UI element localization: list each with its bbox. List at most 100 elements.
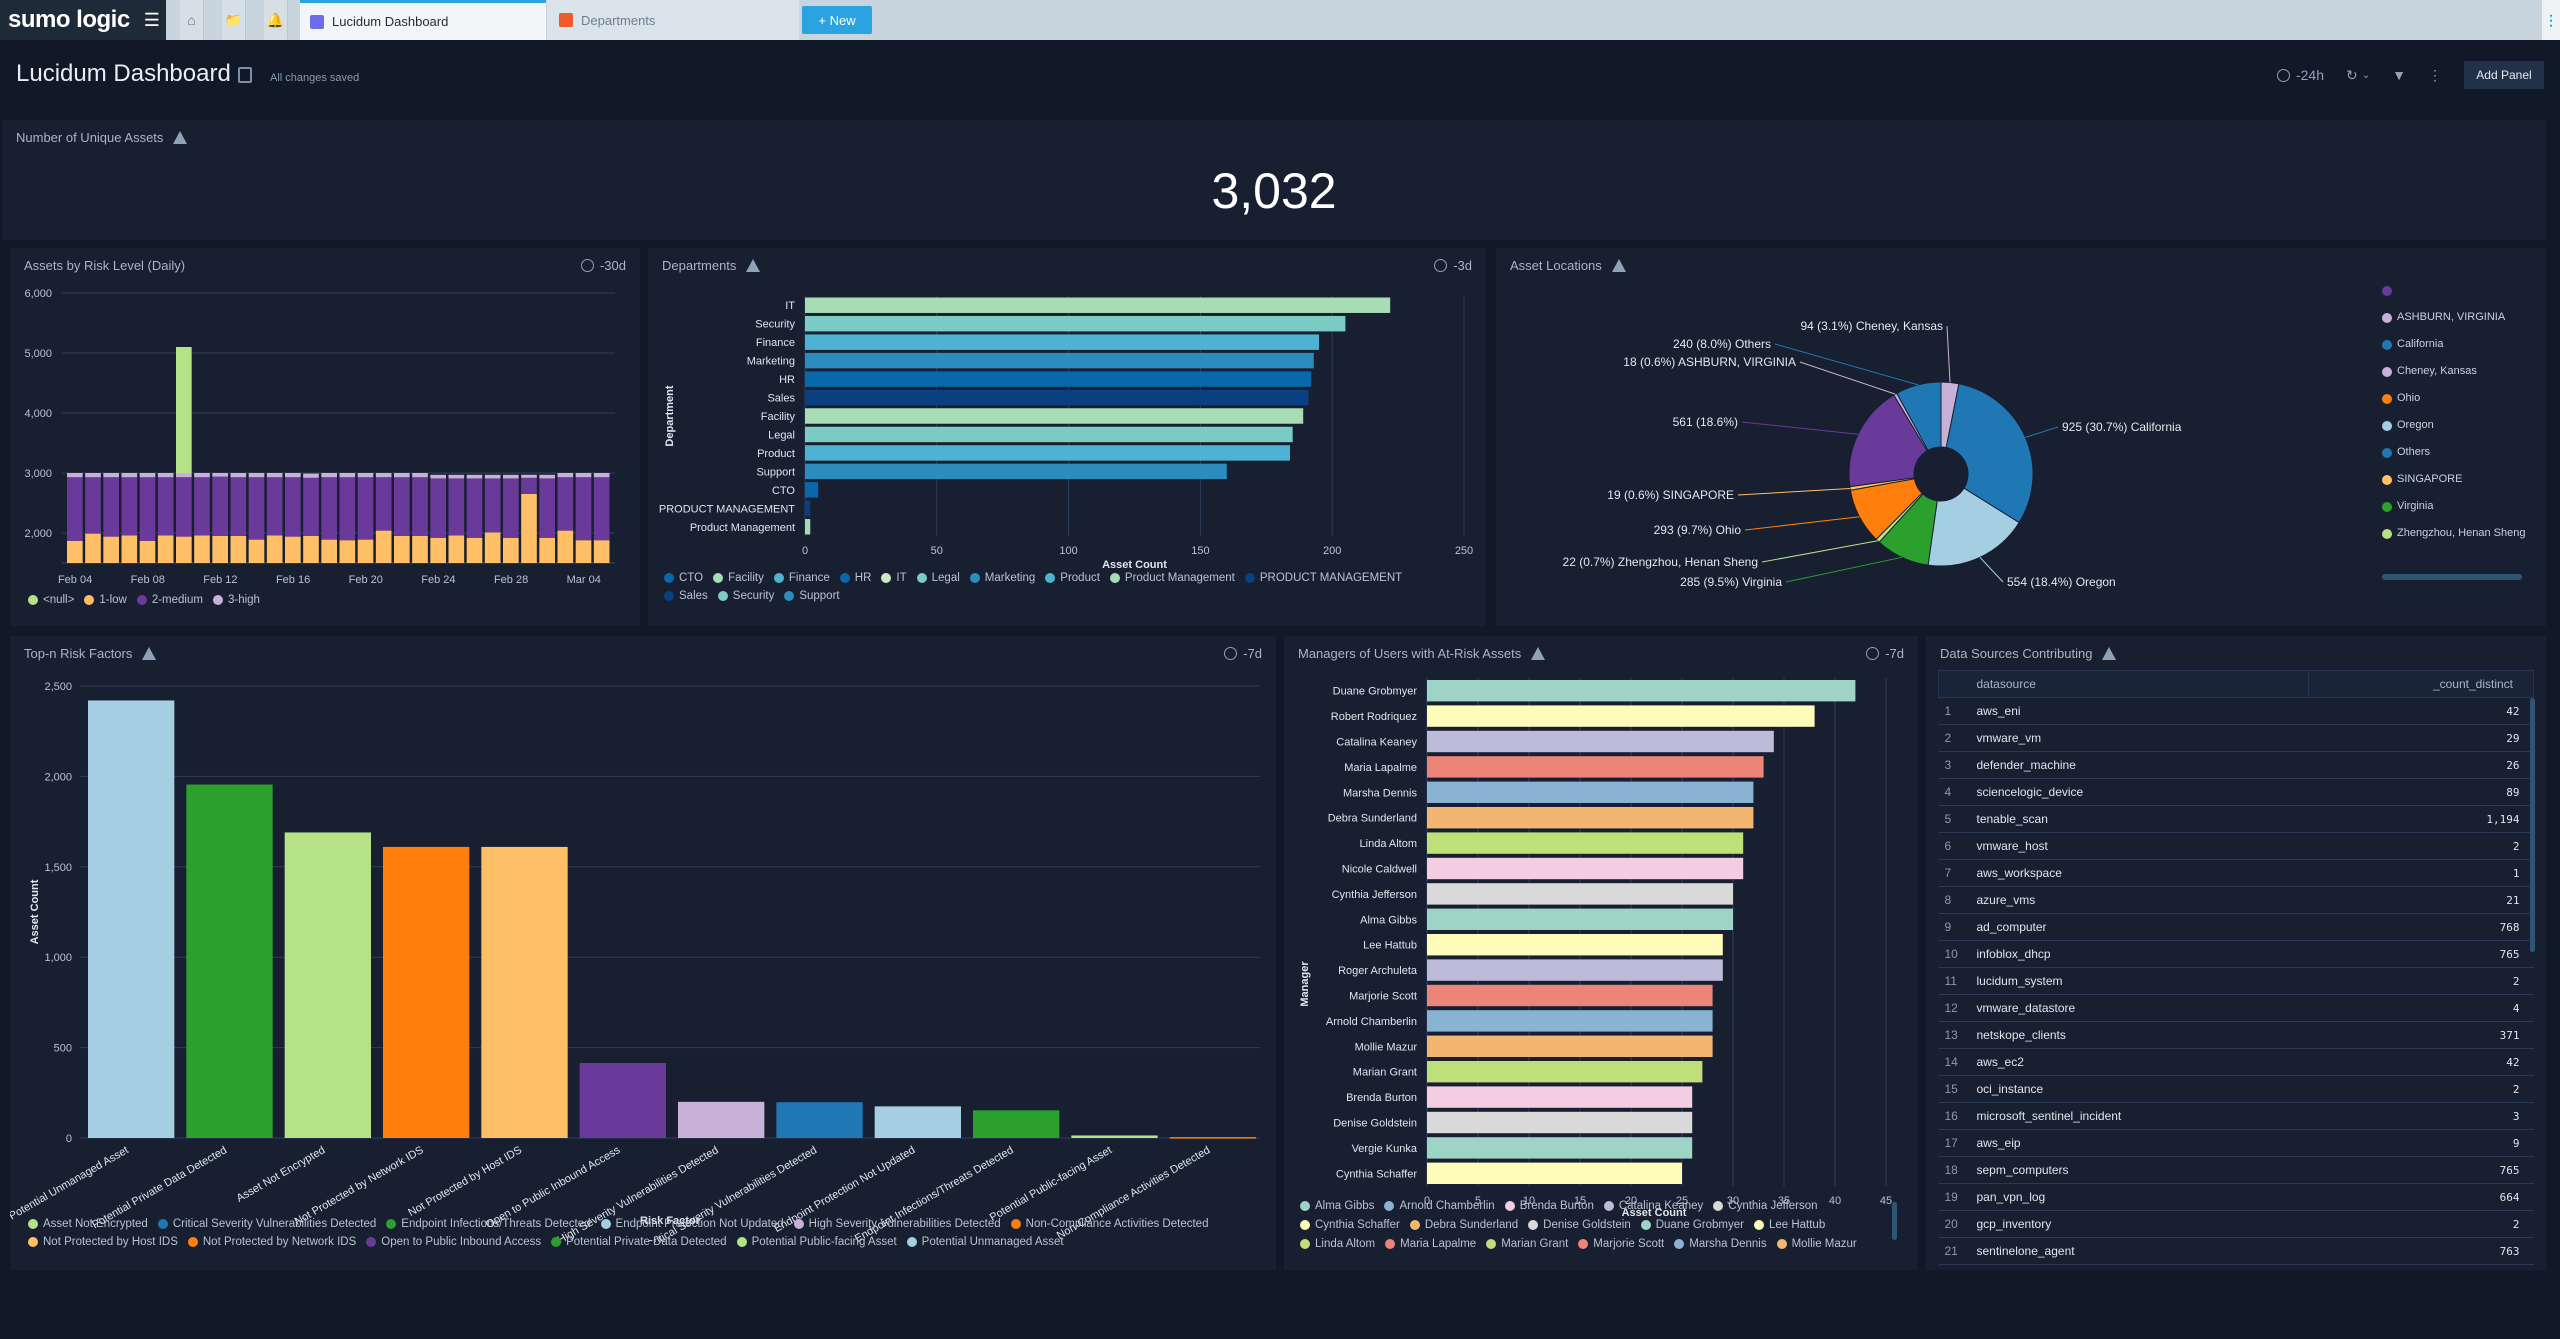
bell-icon[interactable]: 🔔 — [264, 0, 288, 40]
legend-item[interactable]: Denise Goldstein — [1528, 1219, 1631, 1231]
table-row[interactable]: 8 azure_vms 21 — [1938, 886, 2534, 914]
warning-icon[interactable] — [2102, 647, 2117, 660]
legend-item[interactable]: 3-high — [212, 594, 260, 606]
legend-item[interactable]: SINGAPORE — [2382, 473, 2532, 500]
column-count-distinct[interactable]: _count_distinct — [2308, 670, 2534, 698]
legend-item[interactable]: Marketing — [969, 572, 1035, 584]
legend-item[interactable]: <null> — [28, 594, 74, 606]
panel-time-range[interactable]: -3d — [1434, 258, 1472, 273]
table-row[interactable]: 15 oci_instance 2 — [1938, 1075, 2534, 1103]
folder-icon[interactable]: 📁 — [222, 0, 246, 40]
legend-item[interactable]: Legal — [916, 572, 960, 584]
table-row[interactable]: 9 ad_computer 768 — [1938, 913, 2534, 941]
legend-item[interactable]: Not Protected by Network IDS — [187, 1236, 356, 1248]
table-row[interactable]: 10 infoblox_dhcp 765 — [1938, 940, 2534, 968]
legend-item[interactable]: Virginia — [2382, 500, 2532, 527]
legend-item[interactable]: Catalina Keaney — [1603, 1200, 1703, 1212]
table-row[interactable]: 7 aws_workspace 1 — [1938, 859, 2534, 887]
add-panel-button[interactable]: Add Panel — [2464, 61, 2544, 89]
table-row[interactable]: 3 defender_machine 26 — [1938, 751, 2534, 779]
legend-item[interactable]: Duane Grobmyer — [1640, 1219, 1744, 1231]
legend-item[interactable]: Potential Unmanaged Asset — [906, 1236, 1064, 1248]
more-options-button[interactable]: ⋮ — [2428, 67, 2442, 84]
legend-item[interactable]: Oregon — [2382, 419, 2532, 446]
table-row[interactable]: 21 sentinelone_agent 763 — [1938, 1237, 2534, 1265]
legend-item[interactable]: ASHBURN, VIRGINIA — [2382, 311, 2532, 338]
warning-icon[interactable] — [173, 131, 188, 144]
legend-item[interactable]: Security — [717, 590, 774, 602]
legend-item[interactable]: Support — [784, 590, 840, 602]
legend-item[interactable]: Zhengzhou, Henan Sheng — [2382, 527, 2532, 554]
table-row[interactable]: 11 lucidum_system 2 — [1938, 967, 2534, 995]
panel-time-range[interactable]: -7d — [1224, 646, 1262, 661]
legend-item[interactable]: Endpoint Protection Not Updated — [600, 1218, 784, 1230]
legend-item[interactable]: Brenda Burton — [1504, 1200, 1594, 1212]
time-range-button[interactable]: -24h — [2276, 67, 2324, 83]
new-button[interactable]: + New — [802, 6, 872, 34]
table-row[interactable]: 16 microsoft_sentinel_incident 3 — [1938, 1102, 2534, 1130]
legend-item[interactable]: Open to Public Inbound Access — [366, 1236, 541, 1248]
panel-time-range[interactable]: -7d — [1866, 646, 1904, 661]
legend-item[interactable]: Cheney, Kansas — [2382, 365, 2532, 392]
table-row[interactable]: 13 netskope_clients 371 — [1938, 1021, 2534, 1049]
legend-scrollbar[interactable] — [1892, 1202, 1897, 1240]
panel-time-range[interactable]: -30d — [580, 258, 626, 273]
legend-item[interactable]: IT — [881, 572, 907, 584]
table-row[interactable]: 14 aws_ec2 42 — [1938, 1048, 2534, 1076]
legend-item[interactable]: Debra Sunderland — [1409, 1219, 1518, 1231]
menu-icon[interactable]: ☰ — [144, 10, 160, 31]
refresh-button[interactable]: ↻ ⌄ — [2346, 67, 2370, 84]
legend-item[interactable]: Mollie Mazur — [1776, 1238, 1857, 1250]
tab-departments[interactable]: Departments — [547, 0, 799, 40]
legend-item[interactable]: Maria Lapalme — [1385, 1238, 1476, 1250]
more-vertical-icon[interactable]: ⋮ — [2542, 0, 2560, 40]
edit-icon[interactable] — [238, 67, 252, 83]
column-datasource[interactable]: datasource — [1969, 671, 2309, 698]
warning-icon[interactable] — [1531, 647, 1546, 660]
legend-item[interactable]: Cynthia Jefferson — [1713, 1200, 1818, 1212]
legend-item[interactable]: Marjorie Scott — [1578, 1238, 1664, 1250]
filter-button[interactable]: ▼ — [2392, 67, 2406, 83]
table-row[interactable]: 18 sepm_computers 765 — [1938, 1156, 2534, 1184]
legend-item[interactable]: Product Management — [1109, 572, 1235, 584]
legend-item[interactable]: Facility — [713, 572, 764, 584]
legend-scrollbar[interactable] — [2382, 574, 2522, 580]
table-row[interactable]: 6 vmware_host 2 — [1938, 832, 2534, 860]
legend-item[interactable]: Sales — [664, 590, 708, 602]
legend-item[interactable]: Marian Grant — [1486, 1238, 1568, 1250]
legend-item[interactable] — [2382, 284, 2532, 311]
table-row[interactable]: 4 sciencelogic_device 89 — [1938, 778, 2534, 806]
legend-item[interactable]: HR — [839, 572, 871, 584]
warning-icon[interactable] — [746, 259, 761, 272]
table-row[interactable]: 17 aws_eip 9 — [1938, 1129, 2534, 1157]
legend-item[interactable]: Product — [1045, 572, 1100, 584]
legend-item[interactable]: California — [2382, 338, 2532, 365]
table-row[interactable]: 1 aws_eni 42 — [1938, 697, 2534, 725]
warning-icon[interactable] — [142, 647, 157, 660]
legend-item[interactable]: Others — [2382, 446, 2532, 473]
legend-item[interactable]: Asset Not Encrypted — [28, 1218, 148, 1230]
table-row[interactable]: 2 vmware_vm 29 — [1938, 724, 2534, 752]
legend-item[interactable]: 2-medium — [136, 594, 203, 606]
home-icon[interactable]: ⌂ — [180, 0, 204, 40]
warning-icon[interactable] — [1611, 259, 1626, 272]
legend-item[interactable]: Not Protected by Host IDS — [28, 1236, 178, 1248]
legend-item[interactable]: Finance — [773, 572, 830, 584]
tab-lucidum-dashboard[interactable]: Lucidum Dashboard — [300, 0, 546, 40]
table-row[interactable]: 5 tenable_scan 1,194 — [1938, 805, 2534, 833]
legend-item[interactable]: Marsha Dennis — [1674, 1238, 1767, 1250]
table-row[interactable]: 20 gcp_inventory 2 — [1938, 1210, 2534, 1238]
legend-item[interactable]: Endpoint Infections/Threats Detected — [386, 1218, 591, 1230]
legend-item[interactable]: High Severity Vulnerabilities Detected — [793, 1218, 1001, 1230]
table-scrollbar[interactable] — [2530, 698, 2535, 952]
legend-item[interactable]: Potential Public-facing Asset — [736, 1236, 897, 1248]
logo[interactable]: sumo logic ☰ — [0, 0, 166, 40]
legend-item[interactable]: CTO — [664, 572, 703, 584]
table-row[interactable]: 12 vmware_datastore 4 — [1938, 994, 2534, 1022]
legend-item[interactable]: PRODUCT MANAGEMENT — [1244, 572, 1402, 584]
table-row[interactable]: 19 pan_vpn_log 664 — [1938, 1183, 2534, 1211]
legend-item[interactable]: Non-Compliance Activities Detected — [1010, 1218, 1208, 1230]
legend-item[interactable]: Critical Severity Vulnerabilities Detect… — [157, 1218, 376, 1230]
legend-item[interactable]: Lee Hattub — [1753, 1219, 1825, 1231]
legend-item[interactable]: 1-low — [84, 594, 127, 606]
